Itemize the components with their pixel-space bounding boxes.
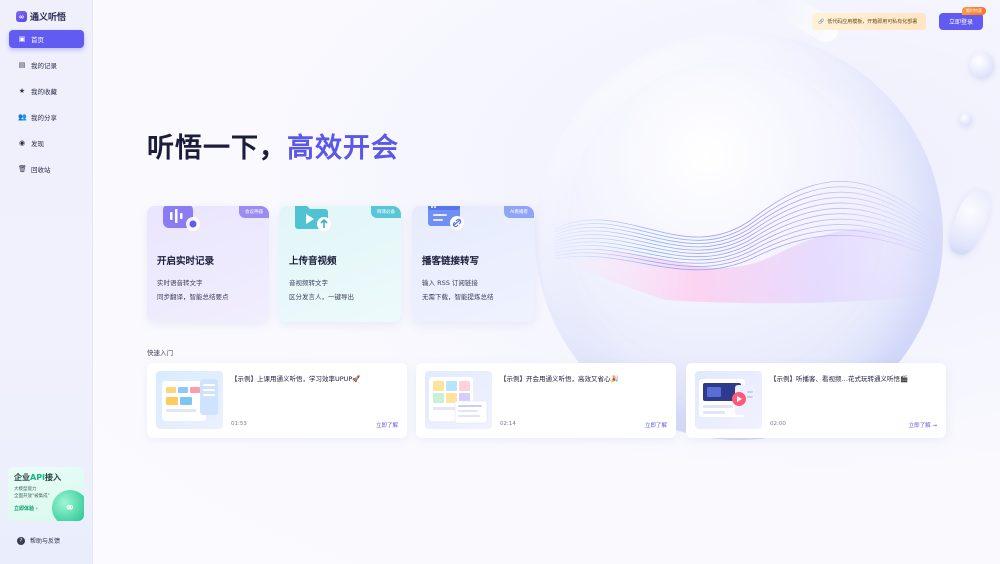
quick-start-title: 【示例】上课用通义听悟，学习效率UPUP🚀 xyxy=(231,375,361,383)
sidebar-item-home[interactable]: ▣ 首页 xyxy=(9,30,84,48)
hero-headline: 听悟一下，高效开会 xyxy=(147,133,399,164)
sidebar-item-discover[interactable]: ◉ 发现 xyxy=(9,134,84,152)
video-duration: 01:53 xyxy=(231,421,247,427)
help-feedback-link[interactable]: ? 帮助与反馈 xyxy=(17,536,60,545)
card-description: 实时语音转文字 xyxy=(157,279,203,287)
logo-icon: ∞ xyxy=(16,11,27,22)
trash-icon: 🗑 xyxy=(18,165,27,173)
sidebar-nav: ▣ 首页 ▤ 我的记录 ★ 我的收藏 👥 我的分享 ◉ 发现 🗑 回收站 xyxy=(9,30,84,186)
decorative-bubble xyxy=(943,184,997,260)
sidebar-item-label: 首页 xyxy=(31,36,44,44)
quick-start-heading: 快速入门 xyxy=(147,349,173,357)
card-description: 输入 RSS 订阅链接 xyxy=(422,279,478,287)
main-content: 🔗 低代码应用模板，开箱即用可私有化部署 立即登录 限时特惠 听悟一下，高效开会… xyxy=(93,0,1000,564)
podcast-icon: ◉ xyxy=(18,139,26,147)
learn-more-link[interactable]: 立即了解 xyxy=(376,421,398,429)
sidebar: ∞ 通义听悟 ▣ 首页 ▤ 我的记录 ★ 我的收藏 👥 我的分享 ◉ 发现 🗑 … xyxy=(0,0,93,564)
learn-more-link[interactable]: 立即了解 → xyxy=(909,421,937,429)
home-icon: ▣ xyxy=(18,35,26,43)
api-card-title: 企业API接入 xyxy=(14,473,62,482)
sidebar-item-records[interactable]: ▤ 我的记录 xyxy=(9,56,84,74)
promo-icon: 🔗 xyxy=(818,18,825,25)
star-icon: ★ xyxy=(18,87,26,95)
quick-start-item[interactable]: 【示例】上课用通义听悟，学习效率UPUP🚀 01:53 立即了解 xyxy=(147,363,407,438)
login-button[interactable]: 立即登录 xyxy=(939,13,983,30)
card-tag: 网课必备 xyxy=(371,206,401,218)
video-thumbnail xyxy=(695,371,762,429)
card-tag: AI看播客 xyxy=(504,206,534,218)
card-tag: 会议神器 xyxy=(239,206,269,218)
folder-upload-icon xyxy=(295,206,331,231)
sidebar-item-favorites[interactable]: ★ 我的收藏 xyxy=(9,82,84,100)
hero-wave-graphic xyxy=(554,180,941,304)
quick-start-title: 【示例】开会用通义听悟，高效又省心🎉 xyxy=(500,375,619,383)
sidebar-item-label: 发现 xyxy=(31,140,44,148)
card-title: 上传音视频 xyxy=(289,256,337,267)
sidebar-item-shares[interactable]: 👥 我的分享 xyxy=(9,108,84,126)
video-thumbnail xyxy=(156,371,223,429)
sidebar-item-label: 我的收藏 xyxy=(31,88,57,96)
quick-start-title: 【示例】听播客、看视频…花式玩转通义听悟🎬 xyxy=(770,375,909,383)
microphone-wave-icon xyxy=(163,206,200,231)
quick-start-item[interactable]: 【示例】听播客、看视频…花式玩转通义听悟🎬 02:00 立即了解 → xyxy=(686,363,946,438)
decorative-bubble xyxy=(970,52,994,78)
card-description: 音视频转文字 xyxy=(289,279,328,287)
api-link-icon: ⚭ xyxy=(52,490,84,521)
card-description: 无需下载，智能提炼总结 xyxy=(422,293,494,301)
sidebar-item-label: 我的分享 xyxy=(31,114,57,122)
card-description: 区分发言人，一键导出 xyxy=(289,293,354,301)
enterprise-api-card[interactable]: 企业API接入 大模型能力 全面开放"被集成" 立即体验 › ⚭ xyxy=(8,467,84,521)
limited-offer-badge: 限时特惠 xyxy=(962,7,986,15)
video-duration: 02:14 xyxy=(500,421,516,427)
podcast-link-card[interactable]: AI看播客 播客链接转写 输入 RSS 订阅链接 无需下载，智能提炼总结 xyxy=(412,206,534,322)
api-card-description: 大模型能力 全面开放"被集成" xyxy=(14,487,50,499)
decorative-bubble xyxy=(960,113,972,125)
promo-banner[interactable]: 🔗 低代码应用模板，开箱即用可私有化部署 xyxy=(812,13,926,30)
learn-more-link[interactable]: 立即了解 xyxy=(645,421,667,429)
video-thumbnail xyxy=(425,371,492,429)
card-title: 开启实时记录 xyxy=(157,256,215,267)
upload-media-card[interactable]: 网课必备 上传音视频 音视频转文字 区分发言人，一键导出 xyxy=(279,206,401,322)
card-title: 播客链接转写 xyxy=(422,256,480,267)
users-icon: 👥 xyxy=(18,113,27,121)
sidebar-item-label: 我的记录 xyxy=(31,62,57,70)
podcast-link-icon xyxy=(428,206,464,230)
sidebar-item-trash[interactable]: 🗑 回收站 xyxy=(9,160,84,178)
app-name: 通义听悟 xyxy=(30,13,67,23)
question-icon: ? xyxy=(17,536,25,545)
help-label: 帮助与反馈 xyxy=(30,538,61,545)
app-logo[interactable]: ∞ 通义听悟 xyxy=(16,10,66,23)
quick-start-item[interactable]: 【示例】开会用通义听悟，高效又省心🎉 02:14 立即了解 xyxy=(416,363,676,438)
card-description: 同步翻译，智能总结要点 xyxy=(157,293,229,301)
realtime-record-card[interactable]: 会议神器 开启实时记录 实时语音转文字 同步翻译，智能总结要点 xyxy=(147,206,269,322)
file-icon: ▤ xyxy=(18,61,26,69)
video-duration: 02:00 xyxy=(770,421,786,427)
api-try-button[interactable]: 立即体验 › xyxy=(14,505,38,512)
sidebar-item-label: 回收站 xyxy=(31,166,51,174)
